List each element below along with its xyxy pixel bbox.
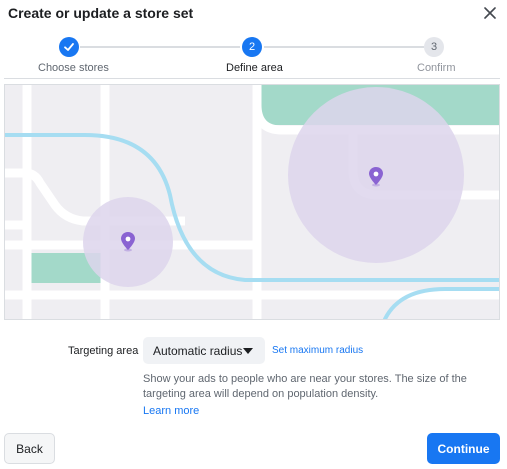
step-1-label: Choose stores <box>38 62 109 74</box>
targeting-radius-dropdown[interactable]: Automatic radius <box>143 337 265 364</box>
stepper-divider <box>4 78 500 79</box>
step-2-indicator: 2 <box>242 37 262 57</box>
step-3-indicator: 3 <box>424 37 444 57</box>
step-1-indicator <box>59 37 79 57</box>
back-button[interactable]: Back <box>4 433 55 464</box>
map-illustration <box>5 85 499 319</box>
learn-more-link[interactable]: Learn more <box>143 405 199 417</box>
continue-button[interactable]: Continue <box>427 433 500 464</box>
dropdown-selected-value: Automatic radius <box>153 343 243 358</box>
close-icon <box>484 7 496 19</box>
step-2-label: Define area <box>226 62 283 74</box>
set-maximum-radius-link[interactable]: Set maximum radius <box>272 345 363 356</box>
map-preview <box>4 84 500 320</box>
caret-down-icon <box>243 348 253 354</box>
close-button[interactable] <box>480 3 500 23</box>
dialog-title: Create or update a store set <box>8 5 194 21</box>
step-3-label: Confirm <box>417 62 456 74</box>
step-connector <box>80 46 240 48</box>
targeting-help-text: Show your ads to people who are near you… <box>143 373 467 400</box>
stepper: 2 3 Choose stores Define area Confirm <box>0 32 507 80</box>
step-connector <box>264 46 424 48</box>
targeting-area-label: Targeting area <box>68 345 139 357</box>
checkmark-icon <box>64 43 74 51</box>
